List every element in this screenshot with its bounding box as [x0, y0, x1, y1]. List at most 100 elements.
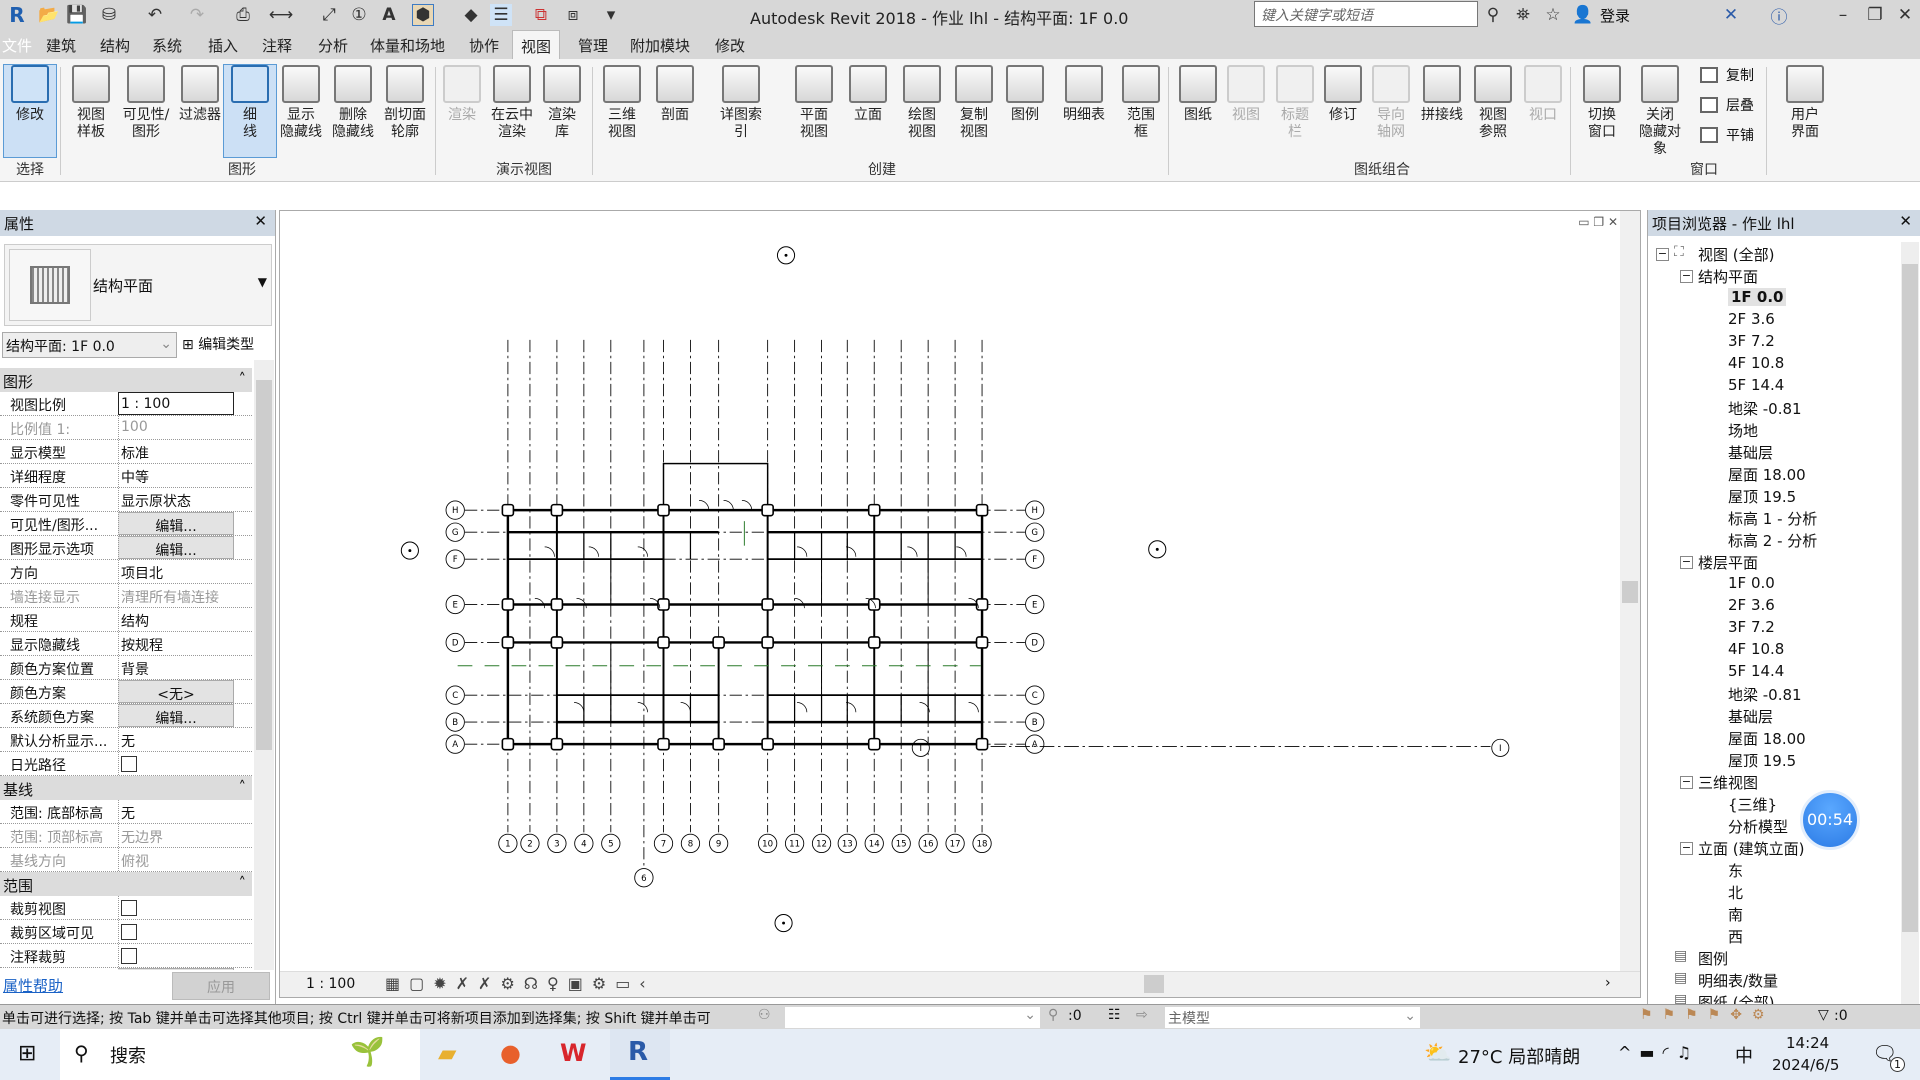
tab-4[interactable]: 插入	[208, 35, 238, 56]
close-icon[interactable]: ✕	[1899, 212, 1912, 230]
close-icon[interactable]: ✕	[254, 212, 267, 230]
ribbon-button-15[interactable]: 立面	[842, 65, 894, 124]
customize-qat-icon[interactable]: ▾	[600, 4, 622, 26]
tree-item[interactable]: 3F 7.2	[1728, 332, 1775, 350]
ribbon-button-30[interactable]: 关闭 隐藏对象	[1634, 65, 1686, 158]
measure-icon[interactable]: ⟷	[269, 4, 293, 26]
tree-item[interactable]: 南	[1728, 904, 1743, 925]
ribbon-button-18[interactable]: 图例	[999, 65, 1051, 124]
collapse-toggle[interactable]: −	[1680, 842, 1693, 855]
tree-item[interactable]: 地梁 -0.81	[1728, 684, 1802, 705]
tree-item[interactable]: 标高 2 - 分析	[1728, 530, 1817, 551]
properties-scrollbar[interactable]	[254, 360, 274, 970]
tree-item[interactable]: 屋面 18.00	[1728, 728, 1806, 749]
collapse-toggle[interactable]: −	[1680, 270, 1693, 283]
panel-title-0[interactable]: 选择	[16, 159, 44, 179]
tab-9[interactable]: 视图	[512, 30, 561, 59]
checkbox-box[interactable]	[121, 900, 137, 916]
tree-item[interactable]: 1F 0.0	[1728, 574, 1775, 592]
text-icon[interactable]: A	[378, 4, 400, 26]
help-search-input[interactable]: 键入关键字或短语	[1254, 1, 1478, 27]
timer-badge[interactable]: 00:54	[1800, 790, 1860, 850]
tree-item[interactable]: 分析模型	[1728, 816, 1788, 837]
clock-date[interactable]: 2024/6/5	[1772, 1056, 1839, 1074]
switch-windows-icon[interactable]: ⧈	[562, 4, 584, 26]
tab-10[interactable]: 管理	[578, 35, 608, 56]
tree-item[interactable]: 立面 (建筑立面)	[1698, 838, 1804, 859]
ribbon-button-31[interactable]: 用户 界面	[1779, 65, 1831, 141]
worksets-icon[interactable]: ⚇	[758, 1007, 771, 1023]
revit-taskbar-button[interactable]: R	[610, 1029, 670, 1080]
ribbon-button-27[interactable]: 视图 参照	[1467, 65, 1519, 141]
close-hidden-icon[interactable]: ⧉	[530, 4, 552, 26]
tree-item[interactable]: 基础层	[1728, 706, 1773, 727]
edit-button[interactable]: <无>	[118, 680, 234, 703]
checkbox[interactable]	[118, 920, 234, 943]
tree-item[interactable]: 西	[1728, 926, 1743, 947]
properties-help-link[interactable]: 属性帮助	[3, 975, 63, 996]
property-group-header[interactable]: 图形 ˄	[0, 368, 252, 392]
type-selector[interactable]: 结构平面 ▼	[4, 244, 272, 326]
checkbox-box[interactable]	[121, 948, 137, 964]
ribbon-button-19[interactable]: 明细表	[1058, 65, 1110, 124]
selection-option-icons[interactable]: ⚑⚑⚑⚑✥⚙	[1640, 1007, 1774, 1023]
collapse-toggle[interactable]: −	[1680, 556, 1693, 569]
ribbon-button-5[interactable]: 显示 隐藏线	[275, 65, 327, 141]
edit-button[interactable]: 编辑...	[118, 968, 234, 970]
tree-item[interactable]: 标高 1 - 分析	[1728, 508, 1817, 529]
tree-item[interactable]: 4F 10.8	[1728, 354, 1784, 372]
checkbox-box[interactable]	[121, 924, 137, 940]
checkbox-box[interactable]	[121, 756, 137, 772]
ribbon-button-13[interactable]: 详图索引	[715, 65, 767, 141]
instance-filter-dropdown[interactable]: 结构平面: 1F 0.0 ⌄	[2, 332, 177, 358]
scale-input[interactable]: 1 : 100	[118, 392, 234, 415]
tree-item[interactable]: 3F 7.2	[1728, 618, 1775, 636]
binoculars-icon[interactable]: ⚲	[1482, 4, 1504, 26]
revit-logo-icon[interactable]: R	[6, 3, 28, 27]
save-icon[interactable]: 💾	[66, 4, 88, 26]
login-button[interactable]: 登录	[1600, 5, 1630, 26]
ribbon-button-0[interactable]: 修改	[3, 64, 57, 158]
weather-icon[interactable]: ⛅	[1424, 1041, 1451, 1066]
windows-start-icon[interactable]: ⊞	[18, 1041, 36, 1066]
editable-only-icon[interactable]: ⚲	[1048, 1007, 1058, 1023]
ribbon-small-button-0[interactable]: 复制	[1700, 65, 1754, 85]
tree-item[interactable]: 东	[1728, 860, 1743, 881]
collapse-icon[interactable]: ˄	[239, 778, 247, 796]
ribbon-button-14[interactable]: 平面 视图	[788, 65, 840, 141]
tab-5[interactable]: 注释	[262, 35, 292, 56]
tab-11[interactable]: 附加模块	[630, 35, 690, 56]
vertical-scrollbar[interactable]	[1620, 211, 1640, 971]
drawing-canvas[interactable]: 1 2 3 4 5 6 7 8 9 10 11 12 13 14 15 16 17 18 H H G G F F E E D D C C B…	[279, 210, 1641, 998]
ribbon-button-24[interactable]: 修订	[1317, 65, 1369, 124]
tab-0[interactable]: 文件	[2, 35, 32, 56]
apply-button[interactable]: 应用	[172, 972, 270, 1000]
tree-item[interactable]: 屋顶 19.5	[1728, 750, 1796, 771]
restore-button[interactable]: ❐	[1864, 4, 1886, 26]
view-window-controls[interactable]: ▭ ❐ ✕	[1578, 215, 1618, 229]
tree-item[interactable]: 基础层	[1728, 442, 1773, 463]
exclude-options-icon[interactable]: ⇨	[1136, 1007, 1148, 1023]
checkbox[interactable]	[118, 896, 234, 919]
undo-icon[interactable]: ↶	[144, 4, 166, 26]
collapse-toggle[interactable]: −	[1656, 248, 1669, 261]
tree-item[interactable]: 图例	[1698, 948, 1728, 969]
dimension-icon[interactable]: ⤢	[318, 4, 340, 26]
thin-lines-icon[interactable]: ☰	[490, 4, 512, 26]
tab-2[interactable]: 结构	[100, 35, 130, 56]
ribbon-button-7[interactable]: 剖切面 轮廓	[379, 65, 431, 141]
ribbon-button-16[interactable]: 绘图 视图	[896, 65, 948, 141]
checkbox[interactable]	[118, 752, 234, 775]
tree-item[interactable]: {三维}	[1728, 794, 1777, 815]
ribbon-button-4[interactable]: 细 线	[223, 64, 277, 158]
collapse-icon[interactable]: ˄	[239, 874, 247, 892]
tree-item[interactable]: 2F 3.6	[1728, 310, 1775, 328]
tab-3[interactable]: 系统	[152, 35, 182, 56]
tab-7[interactable]: 体量和场地	[370, 35, 445, 56]
tab-12[interactable]: 修改	[715, 35, 745, 56]
horizontal-scrollbar-thumb[interactable]	[1144, 975, 1164, 993]
edit-button[interactable]: 编辑...	[118, 704, 234, 727]
view-scale[interactable]: 1 : 100	[306, 976, 355, 992]
ribbon-button-11[interactable]: 三维 视图	[596, 65, 648, 141]
tree-item[interactable]: 楼层平面	[1698, 552, 1758, 573]
